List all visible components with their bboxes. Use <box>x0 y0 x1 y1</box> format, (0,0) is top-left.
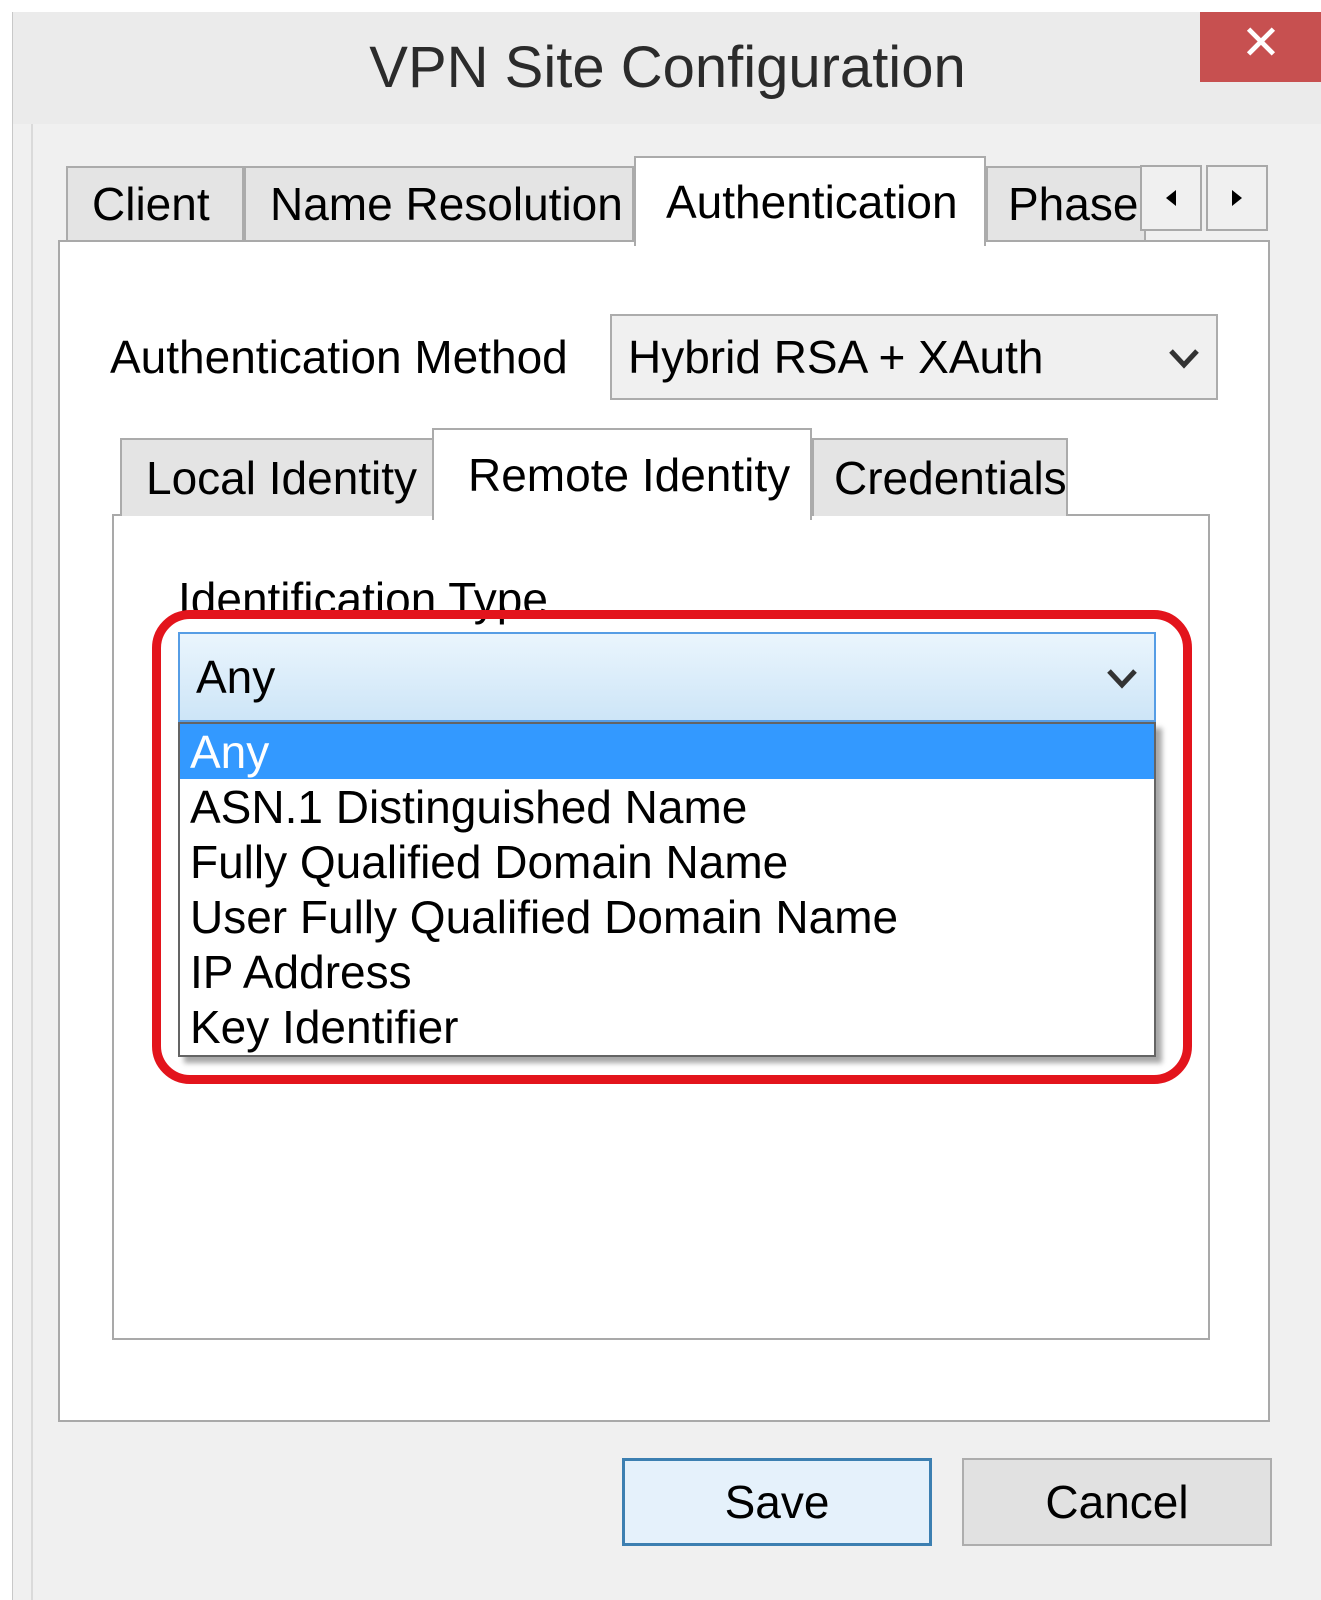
subtab-remote-identity[interactable]: Remote Identity <box>432 428 812 520</box>
close-icon: ✕ <box>1240 17 1282 70</box>
arrow-left-icon <box>1166 190 1176 206</box>
chevron-down-icon <box>1107 669 1137 689</box>
cancel-button[interactable]: Cancel <box>962 1458 1272 1546</box>
identification-type-select[interactable]: Any <box>178 632 1156 722</box>
tab-scroll-right-button[interactable] <box>1206 165 1268 231</box>
option-ip-address[interactable]: IP Address <box>180 944 1154 999</box>
option-fqdn[interactable]: Fully Qualified Domain Name <box>180 834 1154 889</box>
subtab-label: Credentials <box>834 452 1067 504</box>
tab-label: Name Resolution <box>270 178 623 230</box>
close-button[interactable]: ✕ <box>1200 12 1321 82</box>
save-button[interactable]: Save <box>622 1458 932 1546</box>
subtab-local-identity[interactable]: Local Identity <box>120 438 434 516</box>
option-user-fqdn[interactable]: User Fully Qualified Domain Name <box>180 889 1154 944</box>
tab-label: Client <box>92 178 210 230</box>
subtab-label: Remote Identity <box>468 449 791 501</box>
tab-label: Phase <box>1008 178 1139 230</box>
authentication-method-label: Authentication Method <box>110 331 568 383</box>
option-any[interactable]: Any <box>180 724 1154 779</box>
title-bar[interactable]: VPN Site Configuration ✕ <box>13 12 1321 124</box>
tab-phase[interactable]: Phase <box>986 166 1146 240</box>
authentication-method-value: Hybrid RSA + XAuth <box>628 331 1044 383</box>
tab-authentication[interactable]: Authentication <box>634 156 986 246</box>
window-title: VPN Site Configuration <box>369 35 966 100</box>
subtab-credentials[interactable]: Credentials <box>812 438 1068 516</box>
chevron-down-icon <box>1169 349 1199 369</box>
subtab-label: Local Identity <box>146 452 418 504</box>
identification-type-value: Any <box>196 651 276 703</box>
option-asn1-distinguished-name[interactable]: ASN.1 Distinguished Name <box>180 779 1154 834</box>
identification-type-label: Identification Type <box>178 573 548 625</box>
cancel-button-label: Cancel <box>1045 1476 1189 1528</box>
tab-name-resolution[interactable]: Name Resolution <box>244 166 634 240</box>
tab-client[interactable]: Client <box>66 166 244 240</box>
save-button-label: Save <box>724 1476 830 1528</box>
tab-scroll-left-button[interactable] <box>1140 165 1202 231</box>
option-key-identifier[interactable]: Key Identifier <box>180 999 1154 1054</box>
authentication-method-select[interactable]: Hybrid RSA + XAuth <box>610 314 1218 400</box>
identification-type-options: Any ASN.1 Distinguished Name Fully Quali… <box>178 722 1156 1057</box>
tab-label: Authentication <box>666 176 958 228</box>
arrow-right-icon <box>1232 190 1242 206</box>
